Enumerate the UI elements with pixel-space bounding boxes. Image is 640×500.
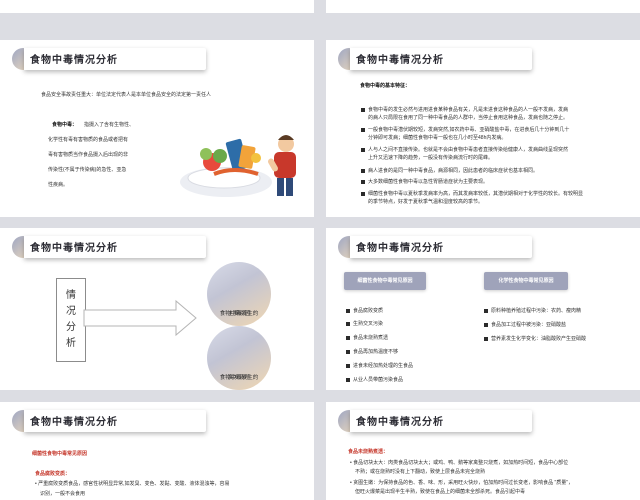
slide-causes: 食物中毒情况分析 细菌性食物中毒常见原因 化学性食物中毒常见原因 食品腐败变质 … xyxy=(326,228,640,390)
slide-definition: 食物中毒情况分析 食品安全事故责任重大：单位法定代表人是本单位食品安全的法定第一… xyxy=(0,40,314,217)
slide-title: 食物中毒情况分析 xyxy=(356,55,444,66)
bacterial-cause-item: 食品再加热温度不够 xyxy=(346,348,398,356)
top-slide-right xyxy=(326,0,640,13)
bacterial-cause-item: 生熟交叉污染 xyxy=(346,320,383,328)
definition-title: 食物中毒： xyxy=(52,122,78,128)
high-incidence-circle: 食物中毒发生的 高发场所 xyxy=(207,326,271,390)
top-slide-left xyxy=(0,0,314,13)
vertical-char: 析 xyxy=(66,338,76,349)
spoilage-line-cont: 识别，一般不会食用 xyxy=(40,491,86,497)
undercooked-line-cont: 不熟；或在烧熟时没有上下翻动，致使上层食品未完全烧熟 xyxy=(355,469,486,475)
main-cause-circle: 食物中毒发生的 主要原因 xyxy=(207,262,271,326)
characteristic-item-cont: 上升又迅速下降的趋势，一般没有传染病流行时的尾峰。 xyxy=(368,155,494,161)
characteristic-item: 食物中毒的发生必然与进用进食某种食品有关，凡是未进食这种食品的人一般不发病，发病 xyxy=(361,106,568,114)
food-poisoning-illustration xyxy=(180,135,296,197)
slide-header: 食物中毒情况分析 xyxy=(336,407,622,437)
characteristic-item-cont: 的季节特点，好发于夏秋季气温和湿度较高的季节。 xyxy=(368,199,484,205)
slide-header: 食物中毒情况分析 xyxy=(336,233,622,263)
slide-title: 食物中毒情况分析 xyxy=(356,243,444,254)
chemical-causes-tab: 化学性食物中毒常见原因 xyxy=(484,272,568,290)
section-subheading: 食品未烧熟煮透： xyxy=(348,449,389,455)
spoilage-line: • 严重腐败变质食品，感官性状明显异常,如发臭、变色、发黏、变酸、液体混浊等，容… xyxy=(35,481,230,487)
undercooked-line: • 贪图生嫩：为保持食品的色、香、味、形，采用旺火快炒，怕加热时间过长变老，影响… xyxy=(350,480,574,486)
slide-header: 食物中毒情况分析 xyxy=(10,407,296,437)
slide-title: 食物中毒情况分析 xyxy=(30,55,118,66)
definition-line: 毒有害物质当作食品摄入后出现的非 xyxy=(48,152,129,158)
definition-line: 化学性有毒有害物质的食品或者把有 xyxy=(48,137,129,143)
undercooked-line: • 食品切块太大：肉类食品切块太大；或鸡、鸭、鹅等家禽整只烧煮，如加热时间短，食… xyxy=(350,460,569,466)
slide-header: 食物中毒情况分析 xyxy=(336,45,622,75)
undercooked-line-cont: 但旺火爆菜是出现半生半熟，致使在食品上的细菌未全部杀死。食品引起中毒 xyxy=(355,489,526,495)
bacterial-cause-item: 食品未烧熟煮透 xyxy=(346,334,388,342)
slide-header: 食物中毒情况分析 xyxy=(10,45,296,75)
slide-title: 食物中毒情况分析 xyxy=(30,243,118,254)
chemical-cause-item: 食品加工过程中被污染：亚硝酸盐 xyxy=(484,321,566,329)
responsibility-text: 食品安全事故责任重大：单位法定代表人是本单位食品安全的法定第一责任人 xyxy=(41,92,212,98)
definition-line: 性疾病。 xyxy=(48,182,69,188)
bacterial-cause-item: 从业人员带菌污染食品 xyxy=(346,376,403,384)
chemical-cause-item: 营养素发生化学变化：油脂酸败产生亚硝酸 xyxy=(484,335,586,343)
arrow-icon xyxy=(83,299,197,337)
characteristic-item: 病人进食的是同一种中毒食品，病源相同，因此患者的临床症状也基本相同。 xyxy=(361,167,538,175)
characteristic-item: 一般食物中毒潜伏期较短，发病突然,如农药中毒、亚硝酸盐中毒，在进食后几十分钟到几… xyxy=(361,126,569,134)
slide-characteristics: 食物中毒情况分析 食物中毒的基本特征： 食物中毒的发生必然与进用进食某种食品有关… xyxy=(326,40,640,217)
bacterial-causes-tab: 细菌性食物中毒常见原因 xyxy=(344,272,426,290)
slide-header: 食物中毒情况分析 xyxy=(10,233,296,263)
characteristic-item-cont: 的病人只局限在食用了同一种中毒食品的人群中，当停止食用这种食品，发病也随之停止。 xyxy=(368,115,569,121)
bacterial-cause-item: 食品腐败变质 xyxy=(346,307,383,315)
slide-spoilage: 食物中毒情况分析 细菌性食物中毒常见原因 食品腐败变质： • 严重腐败变质食品，… xyxy=(0,402,314,500)
chemical-cause-item: 原料种植养殖过程中污染：农药、瘦肉精 xyxy=(484,307,581,315)
section-heading: 细菌性食物中毒常见原因 xyxy=(32,451,88,457)
slide-analysis-diagram: 食物中毒情况分析 情 况 分 析 食物中毒发生的 主要原因 食物中毒发生的 高发场所 xyxy=(0,228,314,390)
slide-title: 食物中毒情况分析 xyxy=(356,417,444,428)
characteristics-subtitle: 食物中毒的基本特征： xyxy=(360,83,411,89)
slide-undercooked: 食物中毒情况分析 食品未烧熟煮透： • 食品切块太大：肉类食品切块太大；或鸡、鸭… xyxy=(326,402,640,500)
characteristic-item: 人与人之间不直接传染。也就是不会由食物中毒患者直接传染给健康人，发病曲线呈现突然 xyxy=(361,146,568,154)
characteristic-item: 细菌性食物中毒以夏秋季发病率为高，而其发病率较低，其潜伏期相对于化学性的较长。有… xyxy=(361,190,583,198)
bacterial-cause-item: 进食未经加热处理的生食品 xyxy=(346,362,413,370)
section-subheading: 食品腐败变质： xyxy=(35,471,71,477)
slide-title: 食物中毒情况分析 xyxy=(30,417,118,428)
characteristic-item: 大多数细菌性食物中毒以急性胃肠道症状为主要表现。 xyxy=(361,178,488,186)
characteristic-item-cont: 分钟即可发病；细菌性食物中毒一般也在几小时至48h内发病。 xyxy=(368,135,507,141)
definition-line: 传染性(不属于传染病)的急性、亚急 xyxy=(48,167,127,173)
definition-line: 指摄入了含有生物性、 xyxy=(84,122,135,128)
